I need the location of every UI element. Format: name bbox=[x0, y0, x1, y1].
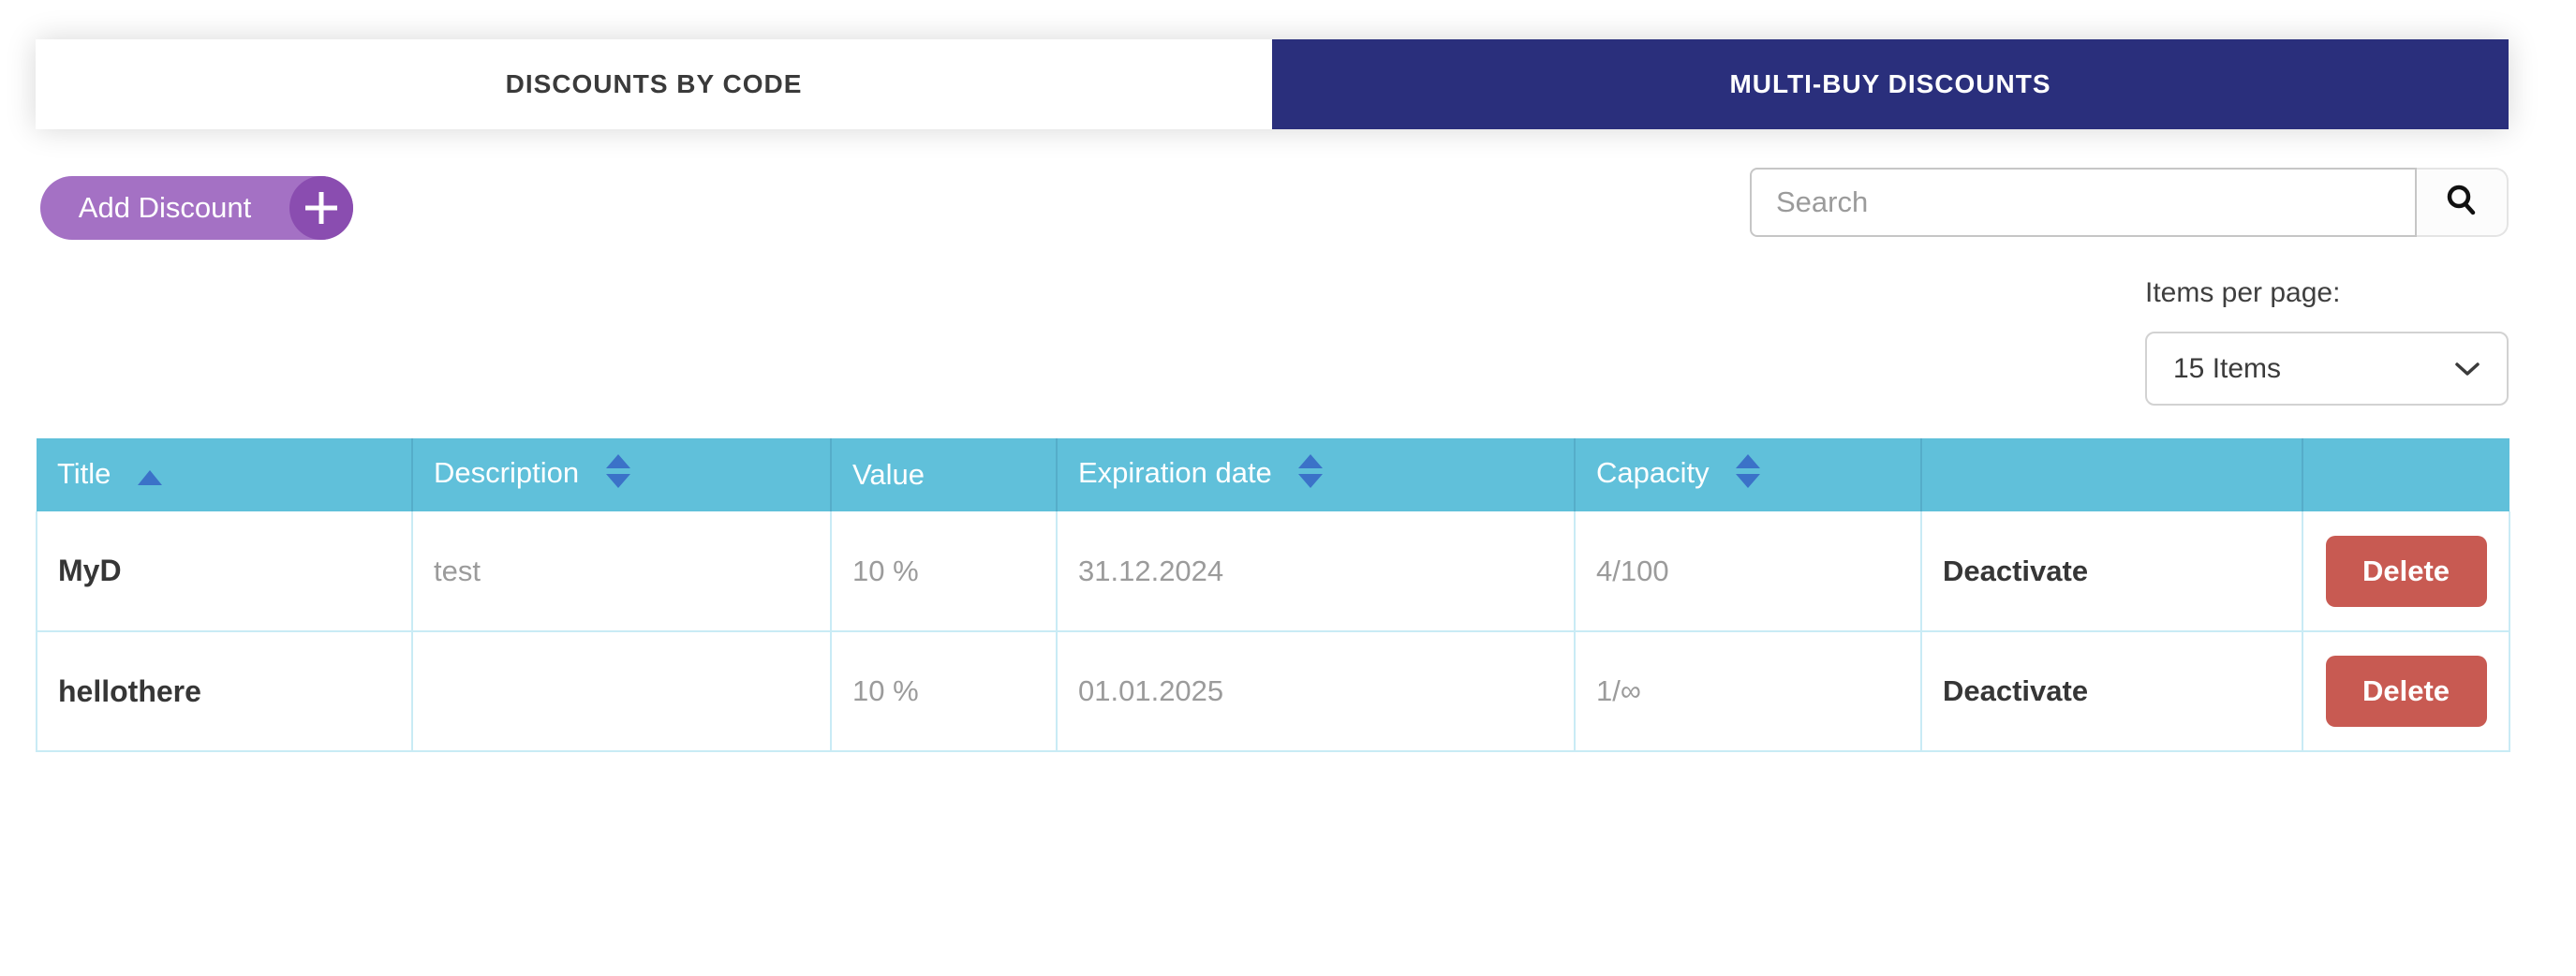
tab-label: DISCOUNTS BY CODE bbox=[506, 69, 803, 99]
sort-both-icon bbox=[1298, 454, 1323, 495]
column-header-value[interactable]: Value bbox=[831, 438, 1057, 511]
sort-asc-icon bbox=[138, 459, 162, 493]
cell-capacity: 4/100 bbox=[1575, 511, 1921, 631]
deactivate-link[interactable]: Deactivate bbox=[1943, 555, 2088, 587]
plus-icon bbox=[289, 176, 353, 240]
tab-label: MULTI-BUY DISCOUNTS bbox=[1729, 69, 2050, 99]
column-label: Capacity bbox=[1596, 456, 1710, 489]
column-label: Expiration date bbox=[1078, 456, 1272, 489]
items-per-page-value: 15 Items bbox=[2173, 353, 2281, 385]
sort-both-icon bbox=[1736, 454, 1760, 495]
tab-bar: DISCOUNTS BY CODE MULTI-BUY DISCOUNTS bbox=[36, 39, 2509, 129]
column-header-description[interactable]: Description bbox=[412, 438, 831, 511]
sort-both-icon bbox=[606, 454, 630, 495]
cell-expiration-date: 31.12.2024 bbox=[1057, 511, 1575, 631]
cell-action: Deactivate bbox=[1921, 511, 2302, 631]
cell-title: hellothere bbox=[37, 631, 412, 751]
table-row: hellothere 10 % 01.01.2025 1/∞ Deactivat… bbox=[37, 631, 2509, 751]
search-group bbox=[1750, 168, 2509, 237]
cell-delete: Delete bbox=[2302, 631, 2509, 751]
cell-action: Deactivate bbox=[1921, 631, 2302, 751]
cell-capacity: 1/∞ bbox=[1575, 631, 1921, 751]
search-input[interactable] bbox=[1750, 168, 2417, 237]
column-header-capacity[interactable]: Capacity bbox=[1575, 438, 1921, 511]
cell-value: 10 % bbox=[831, 631, 1057, 751]
items-per-page-select[interactable]: 15 Items bbox=[2145, 332, 2509, 406]
add-discount-button[interactable]: Add Discount bbox=[40, 176, 353, 240]
cell-value: 10 % bbox=[831, 511, 1057, 631]
chevron-down-icon bbox=[2454, 353, 2480, 385]
column-label: Value bbox=[852, 458, 925, 491]
delete-button[interactable]: Delete bbox=[2326, 656, 2487, 727]
cell-title: MyD bbox=[37, 511, 412, 631]
add-discount-label: Add Discount bbox=[79, 191, 251, 224]
discounts-table: Title Description Value Expiration date bbox=[36, 438, 2510, 752]
items-per-page-label: Items per page: bbox=[2145, 277, 2340, 309]
column-label: Title bbox=[57, 457, 111, 490]
cell-expiration-date: 01.01.2025 bbox=[1057, 631, 1575, 751]
cell-delete: Delete bbox=[2302, 511, 2509, 631]
cell-description bbox=[412, 631, 831, 751]
column-header-delete bbox=[2302, 438, 2509, 511]
tab-multi-buy-discounts[interactable]: MULTI-BUY DISCOUNTS bbox=[1272, 39, 2509, 129]
column-label: Description bbox=[434, 456, 579, 489]
cell-description: test bbox=[412, 511, 831, 631]
table-row: MyD test 10 % 31.12.2024 4/100 Deactivat… bbox=[37, 511, 2509, 631]
deactivate-link[interactable]: Deactivate bbox=[1943, 674, 2088, 707]
search-icon bbox=[2444, 183, 2480, 223]
delete-button[interactable]: Delete bbox=[2326, 536, 2487, 607]
column-header-title[interactable]: Title bbox=[37, 438, 412, 511]
column-header-expiration-date[interactable]: Expiration date bbox=[1057, 438, 1575, 511]
search-button[interactable] bbox=[2417, 168, 2509, 237]
table-header-row: Title Description Value Expiration date bbox=[37, 438, 2509, 511]
tab-discounts-by-code[interactable]: DISCOUNTS BY CODE bbox=[36, 39, 1272, 129]
column-header-actions bbox=[1921, 438, 2302, 511]
